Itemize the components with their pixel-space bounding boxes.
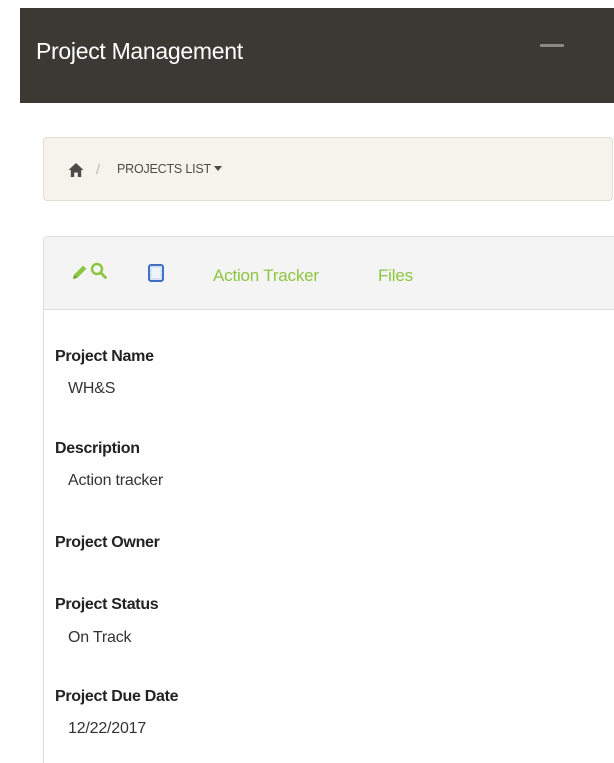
project-status-value: On Track xyxy=(68,629,132,646)
description-label: Description xyxy=(55,440,140,457)
caret-down-icon xyxy=(213,166,222,171)
project-status-label: Project Status xyxy=(55,596,159,613)
page: Project Management / PROJECTS LIST Actio… xyxy=(0,0,614,763)
home-icon[interactable] xyxy=(67,161,85,179)
search-icon[interactable] xyxy=(89,261,109,281)
panel-toolbar: Action Tracker Files xyxy=(44,237,614,310)
pencil-icon[interactable] xyxy=(70,262,90,282)
tab-action-tracker[interactable]: Action Tracker xyxy=(213,266,319,286)
projects-list-dropdown[interactable]: PROJECTS LIST xyxy=(117,162,222,176)
project-panel: Action Tracker Files xyxy=(43,236,614,763)
tab-files[interactable]: Files xyxy=(378,266,413,286)
document-icon[interactable] xyxy=(147,263,165,283)
project-name-value: WH&S xyxy=(68,380,116,397)
top-bar: Project Management xyxy=(20,8,614,103)
project-due-date-label: Project Due Date xyxy=(55,688,179,705)
menu-toggle-button[interactable] xyxy=(537,34,567,56)
projects-list-label: PROJECTS LIST xyxy=(117,162,211,176)
project-due-date-value: 12/22/2017 xyxy=(68,720,147,737)
breadcrumb-separator: / xyxy=(96,161,100,177)
breadcrumb: / PROJECTS LIST xyxy=(43,137,613,201)
app-title: Project Management xyxy=(36,38,243,64)
minus-icon xyxy=(540,44,564,47)
description-value: Action tracker xyxy=(68,472,164,489)
project-name-label: Project Name xyxy=(55,348,154,365)
project-owner-label: Project Owner xyxy=(55,534,160,551)
